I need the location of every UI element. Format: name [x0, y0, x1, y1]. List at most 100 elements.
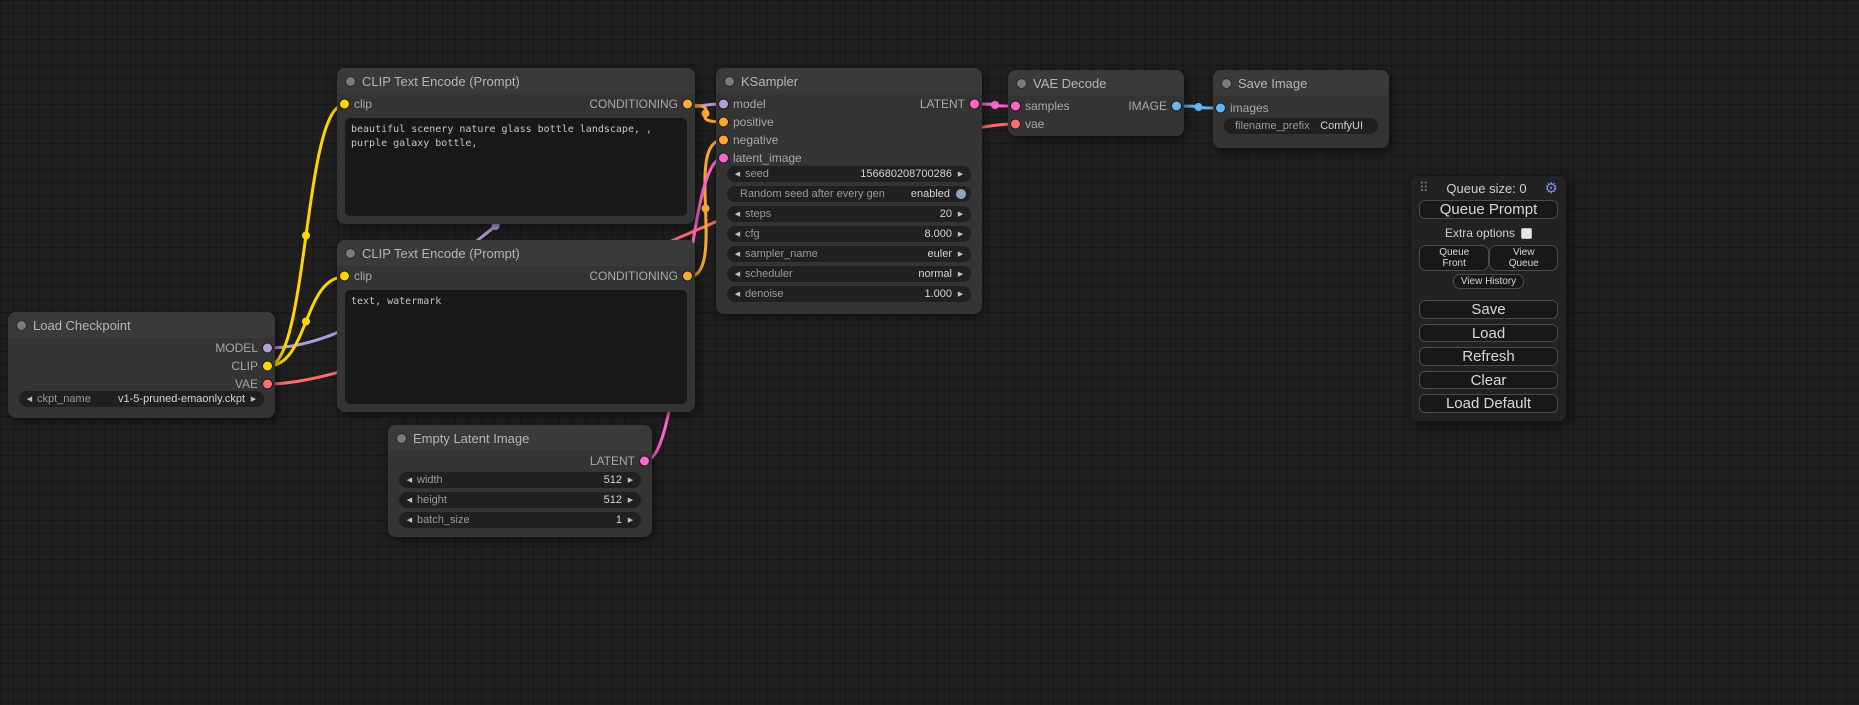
widget-steps[interactable]: ◀ steps 20 ▶ — [727, 206, 971, 222]
widget-scheduler[interactable]: ◀ scheduler normal ▶ — [727, 266, 971, 282]
output-port-conditioning-icon[interactable] — [683, 100, 692, 109]
output-slot-clip[interactable]: CLIP — [8, 357, 275, 375]
settings-gear-icon[interactable]: ⚙ — [1545, 181, 1558, 196]
clear-button[interactable]: Clear — [1419, 371, 1558, 390]
decrement-arrow-icon[interactable]: ◀ — [732, 250, 743, 258]
node-title-bar[interactable]: CLIP Text Encode (Prompt) — [337, 68, 695, 94]
refresh-button[interactable]: Refresh — [1419, 347, 1558, 366]
decrement-arrow-icon[interactable]: ◀ — [732, 210, 743, 218]
widget-width[interactable]: ◀ width 512 ▶ — [399, 472, 641, 488]
output-slot-latent[interactable]: LATENT — [388, 452, 652, 470]
decrement-arrow-icon[interactable]: ◀ — [404, 476, 415, 484]
toggle-dot-icon[interactable] — [956, 189, 966, 199]
increment-arrow-icon[interactable]: ▶ — [955, 270, 966, 278]
node-title-bar[interactable]: Load Checkpoint — [8, 312, 275, 338]
decrement-arrow-icon[interactable]: ◀ — [24, 395, 35, 403]
input-slot-images[interactable]: images — [1213, 99, 1389, 117]
widget-batch-size[interactable]: ◀ batch_size 1 ▶ — [399, 512, 641, 528]
node-save-image[interactable]: Save Image images filename_prefix ComfyU… — [1213, 70, 1389, 148]
input-port-clip-icon[interactable] — [340, 272, 349, 281]
wire-midpoint-dot[interactable] — [302, 318, 310, 326]
decrement-arrow-icon[interactable]: ◀ — [404, 516, 415, 524]
output-port-conditioning-icon[interactable] — [683, 272, 692, 281]
collapse-dot-icon[interactable] — [346, 77, 355, 86]
decrement-arrow-icon[interactable]: ◀ — [732, 290, 743, 298]
input-port-negative-icon[interactable] — [719, 136, 728, 145]
node-title-bar[interactable]: VAE Decode — [1008, 70, 1184, 96]
load-default-button[interactable]: Load Default — [1419, 394, 1558, 413]
increment-arrow-icon[interactable]: ▶ — [955, 230, 966, 238]
output-port-model-icon[interactable] — [263, 344, 272, 353]
decrement-arrow-icon[interactable]: ◀ — [732, 270, 743, 278]
input-port-latent-image-icon[interactable] — [719, 154, 728, 163]
output-port-vae-icon[interactable] — [263, 380, 272, 389]
node-clip-text-encode-negative[interactable]: CLIP Text Encode (Prompt) clip CONDITION… — [337, 240, 695, 412]
drag-handle-icon[interactable]: ⠿ — [1419, 180, 1429, 196]
graph-canvas[interactable]: Load Checkpoint MODEL CLIP VAE ◀ ckpt_na… — [0, 0, 1859, 705]
decrement-arrow-icon[interactable]: ◀ — [404, 496, 415, 504]
queue-prompt-button[interactable]: Queue Prompt — [1419, 200, 1558, 219]
decrement-arrow-icon[interactable]: ◀ — [732, 230, 743, 238]
increment-arrow-icon[interactable]: ▶ — [955, 250, 966, 258]
increment-arrow-icon[interactable]: ▶ — [248, 395, 259, 403]
increment-arrow-icon[interactable]: ▶ — [955, 290, 966, 298]
widget-filename-prefix[interactable]: filename_prefix ComfyUI — [1224, 118, 1378, 134]
decrement-arrow-icon[interactable]: ◀ — [732, 170, 743, 178]
view-queue-button[interactable]: View Queue — [1489, 245, 1558, 271]
increment-arrow-icon[interactable]: ▶ — [955, 210, 966, 218]
widget-ckpt-name[interactable]: ◀ ckpt_name v1-5-pruned-emaonly.ckpt ▶ — [19, 391, 264, 407]
queue-front-button[interactable]: Queue Front — [1419, 245, 1489, 271]
increment-arrow-icon[interactable]: ▶ — [955, 170, 966, 178]
node-load-checkpoint[interactable]: Load Checkpoint MODEL CLIP VAE ◀ ckpt_na… — [8, 312, 275, 418]
widget-denoise[interactable]: ◀ denoise 1.000 ▶ — [727, 286, 971, 302]
output-slot-model[interactable]: MODEL — [8, 339, 275, 357]
widget-sampler-name[interactable]: ◀ sampler_name euler ▶ — [727, 246, 971, 262]
wire-midpoint-dot[interactable] — [702, 205, 710, 213]
collapse-dot-icon[interactable] — [725, 77, 734, 86]
save-button[interactable]: Save — [1419, 300, 1558, 319]
node-empty-latent-image[interactable]: Empty Latent Image LATENT ◀ width 512 ▶ … — [388, 425, 652, 537]
increment-arrow-icon[interactable]: ▶ — [625, 476, 636, 484]
increment-arrow-icon[interactable]: ▶ — [625, 496, 636, 504]
input-slot-positive[interactable]: positive — [716, 113, 982, 131]
wire-midpoint-dot[interactable] — [991, 101, 999, 109]
increment-arrow-icon[interactable]: ▶ — [625, 516, 636, 524]
input-slot-vae[interactable]: vae — [1008, 115, 1184, 133]
input-port-model-icon[interactable] — [719, 100, 728, 109]
input-port-images-icon[interactable] — [1216, 104, 1225, 113]
collapse-dot-icon[interactable] — [1222, 79, 1231, 88]
widget-cfg[interactable]: ◀ cfg 8.000 ▶ — [727, 226, 971, 242]
collapse-dot-icon[interactable] — [1017, 79, 1026, 88]
node-title-bar[interactable]: Save Image — [1213, 70, 1389, 96]
slot-row[interactable]: clip CONDITIONING — [337, 267, 695, 285]
load-button[interactable]: Load — [1419, 324, 1558, 343]
extra-options-checkbox[interactable] — [1521, 228, 1532, 239]
wire-midpoint-dot[interactable] — [1195, 103, 1203, 111]
collapse-dot-icon[interactable] — [397, 434, 406, 443]
input-port-vae-icon[interactable] — [1011, 120, 1020, 129]
prompt-textarea[interactable]: beautiful scenery nature glass bottle la… — [345, 118, 687, 216]
output-port-latent-icon[interactable] — [640, 457, 649, 466]
wire-midpoint-dot[interactable] — [702, 110, 710, 118]
widget-random-seed-toggle[interactable]: Random seed after every gen enabled — [727, 186, 971, 202]
output-port-image-icon[interactable] — [1172, 102, 1181, 111]
collapse-dot-icon[interactable] — [346, 249, 355, 258]
collapse-dot-icon[interactable] — [17, 321, 26, 330]
input-port-positive-icon[interactable] — [719, 118, 728, 127]
slot-row[interactable]: clip CONDITIONING — [337, 95, 695, 113]
widget-height[interactable]: ◀ height 512 ▶ — [399, 492, 641, 508]
input-port-clip-icon[interactable] — [340, 100, 349, 109]
view-history-button[interactable]: View History — [1453, 274, 1524, 289]
input-slot-negative[interactable]: negative — [716, 131, 982, 149]
slot-row[interactable]: samples IMAGE — [1008, 97, 1184, 115]
input-slot-latent-image[interactable]: latent_image — [716, 149, 982, 167]
node-vae-decode[interactable]: VAE Decode samples IMAGE vae — [1008, 70, 1184, 136]
output-port-latent-icon[interactable] — [970, 100, 979, 109]
slot-row[interactable]: model LATENT — [716, 95, 982, 113]
node-title-bar[interactable]: KSampler — [716, 68, 982, 94]
prompt-textarea[interactable]: text, watermark — [345, 290, 687, 404]
wire-midpoint-dot[interactable] — [302, 232, 310, 240]
node-ksampler[interactable]: KSampler model LATENT positive negative … — [716, 68, 982, 314]
output-port-clip-icon[interactable] — [263, 362, 272, 371]
node-title-bar[interactable]: CLIP Text Encode (Prompt) — [337, 240, 695, 266]
